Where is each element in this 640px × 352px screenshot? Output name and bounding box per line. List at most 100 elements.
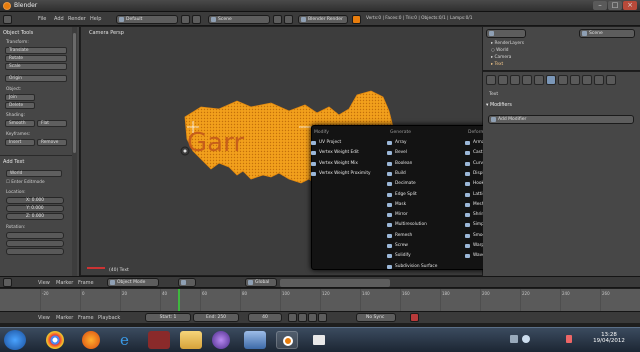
utility-icon[interactable] [244, 331, 266, 349]
object-tools-header[interactable]: Object Tools [3, 30, 33, 36]
blender-taskbar-icon[interactable] [276, 331, 298, 349]
join-button[interactable]: Join [5, 94, 35, 101]
current-frame-field[interactable]: 40 [248, 313, 282, 322]
insert-keyframe-button[interactable]: Insert [5, 139, 35, 146]
modifiers-header[interactable]: ▾ Modifiers [486, 103, 512, 108]
remove-keyframe-button[interactable]: Remove [37, 139, 67, 146]
material-tab-icon[interactable] [570, 75, 580, 85]
modifier-item-decimate[interactable]: Decimate [386, 180, 448, 188]
object-mode-dropdown[interactable]: Object Mode [107, 278, 159, 287]
modifier-item-build[interactable]: Build [386, 170, 448, 178]
outliner-item-renderlayers[interactable]: ▸ RenderLayers [491, 41, 524, 46]
remove-scene-button[interactable] [284, 15, 293, 24]
chrome-icon[interactable] [46, 331, 64, 349]
firefox-icon[interactable] [82, 331, 100, 349]
modifier-item-array[interactable]: Array [386, 139, 448, 147]
object-tab-icon[interactable] [522, 75, 532, 85]
viewport-shading-dropdown[interactable] [178, 278, 196, 287]
modifier-item-solidify[interactable]: Solidify [386, 252, 448, 260]
modifier-item-vertex-weight-proximity[interactable]: Vertex Weight Proximity [310, 170, 372, 178]
modifier-item-screw[interactable]: Screw [386, 242, 448, 250]
tool-shelf-scrollbar[interactable] [72, 27, 77, 280]
timeline-footer-marker[interactable]: Marker [56, 315, 73, 321]
modifier-item-vertex-weight-mix[interactable]: Vertex Weight Mix [310, 160, 372, 168]
minimize-button[interactable]: – [593, 1, 607, 10]
enter-editmode-checkbox[interactable]: ☐ Enter Editmode [6, 180, 45, 185]
timeline-area[interactable]: -20 0 20 40 60 80 100 120 140 160 180 200 220 240 260 [0, 289, 640, 311]
app-icon[interactable] [148, 331, 170, 349]
outliner-item-camera[interactable]: ▸ Camera [491, 55, 511, 60]
timeline-footer-playback[interactable]: Playback [98, 315, 120, 321]
menu-help[interactable]: Help [90, 16, 101, 22]
world-tab-icon[interactable] [510, 75, 520, 85]
constraints-tab-icon[interactable] [534, 75, 544, 85]
scene-dropdown[interactable]: Scene [208, 15, 270, 24]
modifier-item-vertex-weight-edit[interactable]: Vertex Weight Edit [310, 149, 372, 157]
modifier-item-mirror[interactable]: Mirror [386, 211, 448, 219]
jump-end-button[interactable] [318, 313, 327, 322]
modifier-item-boolean[interactable]: Boolean [386, 160, 448, 168]
add-modifier-dropdown[interactable]: Add Modifier [488, 115, 634, 124]
modifier-item-uv-project[interactable]: UV Project [310, 139, 372, 147]
media-player-icon[interactable] [212, 331, 230, 349]
screen-layout-dropdown[interactable]: Default [116, 15, 178, 24]
start-button-icon[interactable] [4, 330, 26, 350]
sync-dropdown[interactable]: No Sync [356, 313, 396, 322]
close-button[interactable]: × [623, 1, 637, 10]
jump-start-button[interactable] [288, 313, 297, 322]
rotation-x-field[interactable] [6, 232, 64, 239]
location-x-field[interactable]: X: 0.000 [6, 197, 64, 204]
data-tab-icon[interactable] [558, 75, 568, 85]
timeline-menu-frame[interactable]: Frame [78, 280, 94, 286]
translate-button[interactable]: Translate [5, 47, 67, 54]
particles-tab-icon[interactable] [594, 75, 604, 85]
end-frame-field[interactable]: End: 250 [193, 313, 239, 322]
modifier-item-edge-split[interactable]: Edge Split [386, 191, 448, 199]
smooth-button[interactable]: Smooth [5, 120, 35, 127]
outliner-item-text[interactable]: ▸ Text [491, 62, 503, 67]
location-y-field[interactable]: Y: 0.000 [6, 205, 64, 212]
render-tab-icon[interactable] [486, 75, 496, 85]
menu-add[interactable]: Add [54, 16, 64, 22]
texture-tab-icon[interactable] [582, 75, 592, 85]
location-z-field[interactable]: Z: 0.000 [6, 213, 64, 220]
outliner-view-dropdown[interactable] [486, 29, 526, 38]
render-engine-dropdown[interactable]: Blender Render [298, 15, 348, 24]
record-button[interactable] [410, 313, 419, 322]
timeline-menu-view[interactable]: View [38, 280, 50, 286]
window-taskbar-icon[interactable] [308, 331, 330, 349]
start-frame-field[interactable]: Start: 1 [145, 313, 191, 322]
modifier-item-multiresolution[interactable]: Multiresolution [386, 221, 448, 229]
rotation-z-field[interactable] [6, 248, 64, 255]
editor-type-icon[interactable] [3, 15, 12, 24]
menu-file[interactable]: File [38, 16, 46, 22]
current-frame-indicator[interactable] [178, 289, 180, 311]
add-screen-button[interactable] [181, 15, 190, 24]
taskbar-clock[interactable]: 13:28 19/04/2012 [582, 332, 636, 344]
outliner-scene-dropdown[interactable]: Scene [579, 29, 635, 38]
remove-screen-button[interactable] [192, 15, 201, 24]
tray-volume-icon[interactable] [522, 335, 530, 343]
add-text-header[interactable]: Add Text [3, 159, 24, 165]
scrollbar-thumb[interactable] [73, 33, 76, 153]
origin-button[interactable]: Origin [5, 75, 67, 82]
play-button[interactable] [308, 313, 317, 322]
layer-buttons[interactable] [280, 279, 390, 287]
scene-tab-icon[interactable] [498, 75, 508, 85]
rotate-button[interactable]: Rotate [5, 55, 67, 62]
play-reverse-button[interactable] [298, 313, 307, 322]
add-scene-button[interactable] [273, 15, 282, 24]
menu-render[interactable]: Render [68, 16, 86, 22]
outliner-item-world[interactable]: ○ World [491, 48, 508, 53]
file-explorer-icon[interactable] [180, 331, 202, 349]
tray-flag-icon[interactable] [566, 335, 572, 343]
timeline-editor-type-icon[interactable] [3, 278, 12, 287]
modifier-item-mask[interactable]: Mask [386, 201, 448, 209]
tray-network-icon[interactable] [510, 335, 518, 343]
ie-icon[interactable]: e [116, 331, 138, 349]
modifier-item-remesh[interactable]: Remesh [386, 232, 448, 240]
rotation-y-field[interactable] [6, 240, 64, 247]
timeline-footer-view[interactable]: View [38, 315, 50, 321]
transform-orientation-dropdown[interactable]: Global [245, 278, 277, 287]
flat-button[interactable]: Flat [37, 120, 67, 127]
